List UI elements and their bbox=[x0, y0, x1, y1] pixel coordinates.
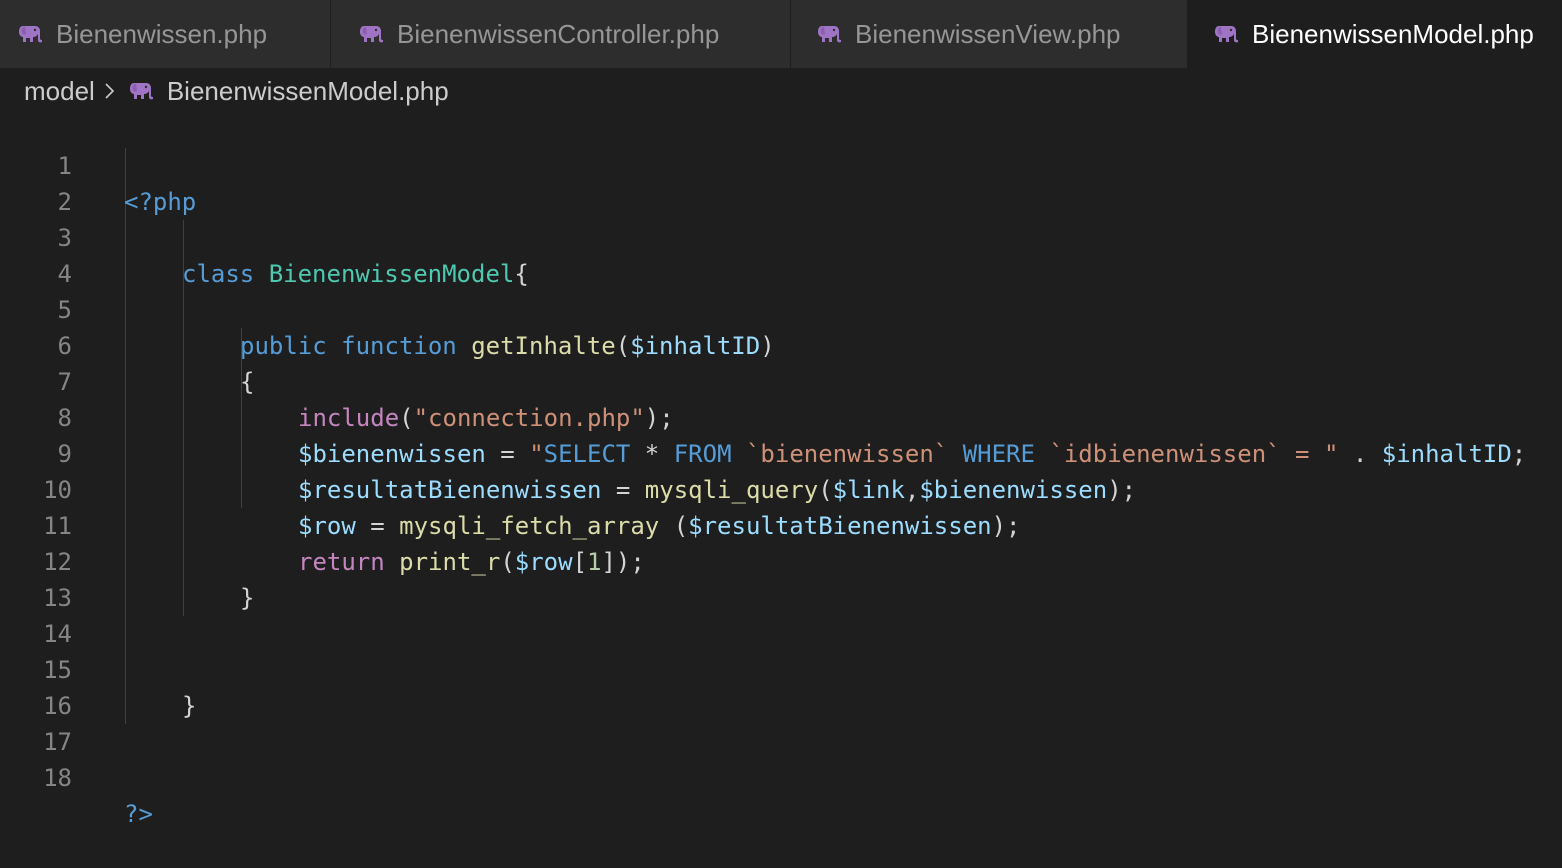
code-line: 3 class BienenwissenModel{ bbox=[0, 184, 1562, 288]
code-line: 16 bbox=[0, 652, 1562, 720]
php-elephant-icon bbox=[1214, 24, 1240, 44]
tab-label: Bienenwissen.php bbox=[56, 18, 268, 49]
code-line: 10 $row = mysqli_fetch_array ($resultatB… bbox=[0, 436, 1562, 540]
tab-bienenwissen[interactable]: Bienenwissen.php bbox=[0, 0, 331, 68]
code-line: 1 <?php bbox=[0, 112, 1562, 216]
php-elephant-icon bbox=[817, 24, 843, 44]
line-number: 18 bbox=[43, 764, 72, 792]
tab-label: BienenwissenView.php bbox=[855, 18, 1121, 49]
breadcrumb: model BienenwissenModel.php bbox=[24, 72, 449, 110]
code-line: 9 $resultatBienenwissen = mysqli_query($… bbox=[0, 400, 1562, 504]
tab-bar: Bienenwissen.php BienenwissenController.… bbox=[0, 0, 1562, 68]
code-line: 18 ?> bbox=[0, 724, 1562, 828]
tab-label: BienenwissenModel.php bbox=[1252, 18, 1534, 49]
php-elephant-icon bbox=[359, 24, 385, 44]
tab-bienenwissen-controller[interactable]: BienenwissenController.php bbox=[331, 0, 791, 68]
php-elephant-icon bbox=[129, 81, 155, 101]
code-line: 17 bbox=[0, 688, 1562, 756]
code-line: 14 bbox=[0, 580, 1562, 648]
code-line: 12 } bbox=[0, 508, 1562, 612]
php-close-tag: ?> bbox=[124, 800, 153, 828]
breadcrumb-file[interactable]: BienenwissenModel.php bbox=[167, 76, 449, 107]
code-editor[interactable]: 1 <?php 2 3 class BienenwissenModel{ 4 5… bbox=[0, 112, 1562, 828]
tab-bienenwissen-view[interactable]: BienenwissenView.php bbox=[791, 0, 1188, 68]
code-line: 5 public function getInhalte($inhaltID) bbox=[0, 256, 1562, 360]
php-elephant-icon bbox=[18, 24, 44, 44]
code-line: 11 return print_r($row[1]); bbox=[0, 472, 1562, 576]
breadcrumb-folder[interactable]: model bbox=[24, 76, 95, 107]
code-line: 6 { bbox=[0, 292, 1562, 396]
code-line: 8 $bienenwissen = "SELECT * FROM `bienen… bbox=[0, 364, 1562, 468]
code-line: 7 include("connection.php"); bbox=[0, 328, 1562, 432]
chevron-right-icon bbox=[103, 82, 115, 100]
tab-label: BienenwissenController.php bbox=[397, 18, 720, 49]
code-line: 13 bbox=[0, 544, 1562, 612]
tab-bienenwissen-model[interactable]: BienenwissenModel.php bbox=[1188, 0, 1562, 68]
code-line: 15 } bbox=[0, 616, 1562, 720]
code-line: 4 bbox=[0, 220, 1562, 288]
code-line: 2 bbox=[0, 148, 1562, 216]
